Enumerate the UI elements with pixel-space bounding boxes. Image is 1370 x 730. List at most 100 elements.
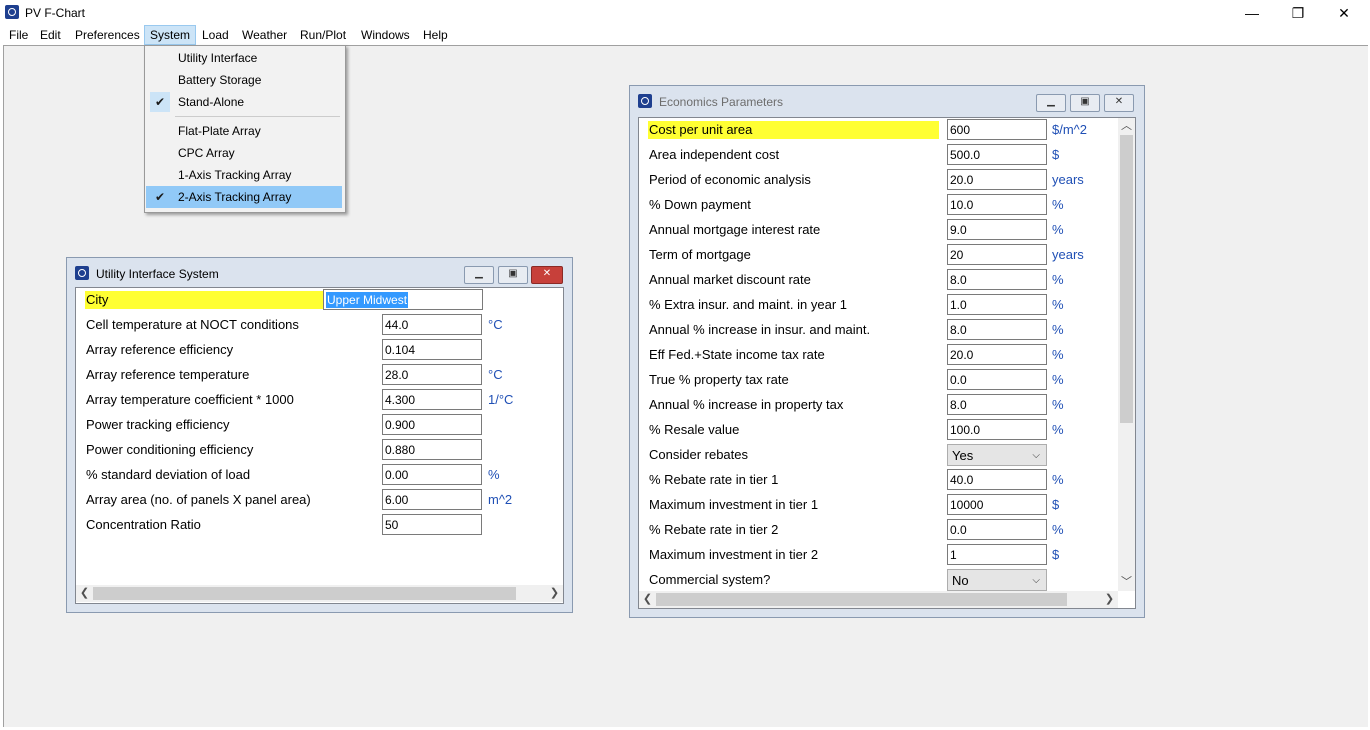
- close-button[interactable]: ✕: [1321, 0, 1367, 26]
- restore-button[interactable]: ❐: [1275, 0, 1321, 26]
- field-value: 1.0: [950, 298, 967, 312]
- economics-window-restore-button[interactable]: ▣: [1070, 94, 1100, 112]
- field-label-power-tracking-efficiency: Power tracking efficiency: [86, 417, 230, 432]
- menu-file[interactable]: File: [4, 26, 33, 44]
- scrollbar-thumb[interactable]: [93, 587, 516, 600]
- utility-form: City Upper Midwest Cell temperature at NOC…: [75, 287, 564, 604]
- field-annual-market-discount-rate[interactable]: 8.0: [947, 269, 1047, 290]
- field-concentration-ratio[interactable]: 50: [382, 514, 482, 535]
- field-label-eff-fed-state-income-tax-rate: Eff Fed.+State income tax rate: [649, 347, 825, 362]
- field-term-of-mortgage[interactable]: 20: [947, 244, 1047, 265]
- field-area-independent-cost[interactable]: 500.0: [947, 144, 1047, 165]
- field-rebate-rate-in-tier-2[interactable]: 0.0: [947, 519, 1047, 540]
- scroll-left-icon[interactable]: ❮: [76, 585, 93, 602]
- field-unit: %: [1052, 222, 1064, 237]
- form-row: Annual % increase in property tax 8.0%: [639, 393, 1117, 418]
- select-consider-rebates[interactable]: Yes ⌵: [947, 444, 1047, 466]
- menu-windows[interactable]: Windows: [356, 26, 415, 44]
- form-row: % Rebate rate in tier 1 40.0%: [639, 468, 1117, 493]
- field-array-reference-efficiency[interactable]: 0.104: [382, 339, 482, 360]
- field-power-conditioning-efficiency[interactable]: 0.880: [382, 439, 482, 460]
- field-value: 28.0: [385, 368, 409, 382]
- field-eff-fed-state-income-tax-rate[interactable]: 20.0: [947, 344, 1047, 365]
- minimize-button[interactable]: —: [1229, 0, 1275, 26]
- economics-window-title: Economics Parameters: [659, 95, 784, 109]
- field-annual-increase-in-insur-and-maint[interactable]: 8.0: [947, 319, 1047, 340]
- field-annual-mortgage-interest-rate[interactable]: 9.0: [947, 219, 1047, 240]
- field-power-tracking-efficiency[interactable]: 0.900: [382, 414, 482, 435]
- menu-item-label: CPC Array: [178, 146, 235, 160]
- field-extra-insur-and-maint-in-year-1[interactable]: 1.0: [947, 294, 1047, 315]
- menu-item-1-axis-tracking-array[interactable]: 1-Axis Tracking Array: [146, 164, 342, 186]
- vertical-scrollbar[interactable]: ︿ ﹀: [1118, 118, 1135, 591]
- utility-window-minimize-button[interactable]: ▁: [464, 266, 494, 284]
- city-field[interactable]: Upper Midwest: [323, 289, 483, 310]
- field-value: 10000: [950, 498, 984, 512]
- field-value: 20: [950, 248, 964, 262]
- field-value: 8.0: [950, 323, 967, 337]
- menu-edit[interactable]: Edit: [35, 26, 66, 44]
- field-unit: $: [1052, 147, 1060, 162]
- scrollbar-thumb[interactable]: [1120, 135, 1133, 423]
- field-annual-increase-in-property-tax[interactable]: 8.0: [947, 394, 1047, 415]
- economics-window-minimize-button[interactable]: ▁: [1036, 94, 1066, 112]
- chevron-down-icon: ⌵: [1032, 450, 1040, 461]
- form-row: Power conditioning efficiency 0.880: [76, 438, 563, 463]
- field-unit: %: [1052, 522, 1064, 537]
- scroll-right-icon[interactable]: ❯: [546, 585, 563, 602]
- menu-item-stand-alone[interactable]: ✔ Stand-Alone: [146, 91, 342, 113]
- menu-separator: [175, 116, 340, 117]
- field-array-temperature-coefficient-1000[interactable]: 4.300: [382, 389, 482, 410]
- field-cost-per-unit-area[interactable]: 600: [947, 119, 1047, 140]
- field-label-array-area-no-of-panels-x-panel-area: Array area (no. of panels X panel area): [86, 492, 311, 507]
- menu-item-cpc-array[interactable]: CPC Array: [146, 142, 342, 164]
- menu-item-label: Flat-Plate Array: [178, 124, 261, 138]
- menu-system[interactable]: System: [144, 25, 197, 45]
- utility-interface-window[interactable]: Utility Interface System ▁ ▣ ✕ City Upper…: [66, 257, 573, 613]
- field-resale-value[interactable]: 100.0: [947, 419, 1047, 440]
- scroll-down-icon[interactable]: ﹀: [1118, 574, 1135, 591]
- field-rebate-rate-in-tier-1[interactable]: 40.0: [947, 469, 1047, 490]
- menu-item-flat-plate-array[interactable]: Flat-Plate Array: [146, 120, 342, 142]
- field-value: 6.00: [385, 493, 409, 507]
- form-row: City Upper Midwest: [76, 288, 563, 313]
- field-value: 600: [950, 123, 971, 137]
- menu-preferences[interactable]: Preferences: [70, 26, 145, 44]
- menu-weather[interactable]: Weather: [237, 26, 292, 44]
- field-maximum-investment-in-tier-2[interactable]: 1: [947, 544, 1047, 565]
- field-array-reference-temperature[interactable]: 28.0: [382, 364, 482, 385]
- field-true-property-tax-rate[interactable]: 0.0: [947, 369, 1047, 390]
- menu-item-utility-interface[interactable]: Utility Interface: [146, 47, 342, 69]
- economics-parameters-window[interactable]: Economics Parameters ▁ ▣ ✕ Cost per unit…: [629, 85, 1145, 618]
- form-row: Annual % increase in insur. and maint. 8.…: [639, 318, 1117, 343]
- field-maximum-investment-in-tier-1[interactable]: 10000: [947, 494, 1047, 515]
- utility-window-restore-button[interactable]: ▣: [498, 266, 528, 284]
- field-value: 20.0: [950, 348, 974, 362]
- utility-window-titlebar[interactable]: Utility Interface System ▁ ▣ ✕: [67, 258, 572, 286]
- menu-item-label: Stand-Alone: [178, 95, 245, 109]
- scroll-right-icon[interactable]: ❯: [1101, 591, 1118, 608]
- select-commercial-system[interactable]: No ⌵: [947, 569, 1047, 591]
- field-unit: years: [1052, 172, 1084, 187]
- menu-item-2-axis-tracking-array[interactable]: ✔ 2-Axis Tracking Array: [146, 186, 342, 208]
- economics-window-close-button[interactable]: ✕: [1104, 94, 1134, 112]
- horizontal-scrollbar[interactable]: ❮ ❯: [76, 585, 563, 602]
- scrollbar-thumb[interactable]: [656, 593, 1067, 606]
- field-array-area-no-of-panels-x-panel-area[interactable]: 6.00: [382, 489, 482, 510]
- field-period-of-economic-analysis[interactable]: 20.0: [947, 169, 1047, 190]
- menu-help[interactable]: Help: [418, 26, 453, 44]
- form-row: % standard deviation of load 0.00%: [76, 463, 563, 488]
- field-standard-deviation-of-load[interactable]: 0.00: [382, 464, 482, 485]
- economics-window-titlebar[interactable]: Economics Parameters ▁ ▣ ✕: [630, 86, 1144, 114]
- utility-window-close-button[interactable]: ✕: [531, 266, 563, 284]
- field-down-payment[interactable]: 10.0: [947, 194, 1047, 215]
- field-label-annual-mortgage-interest-rate: Annual mortgage interest rate: [649, 222, 821, 237]
- menu-run-plot[interactable]: Run/Plot: [295, 26, 351, 44]
- menu-load[interactable]: Load: [197, 26, 234, 44]
- field-cell-temperature-at-noct-conditions[interactable]: 44.0: [382, 314, 482, 335]
- scroll-left-icon[interactable]: ❮: [639, 591, 656, 608]
- field-unit: %: [1052, 472, 1064, 487]
- scroll-up-icon[interactable]: ︿: [1118, 118, 1135, 135]
- horizontal-scrollbar[interactable]: ❮ ❯: [639, 591, 1118, 608]
- menu-item-battery-storage[interactable]: Battery Storage: [146, 69, 342, 91]
